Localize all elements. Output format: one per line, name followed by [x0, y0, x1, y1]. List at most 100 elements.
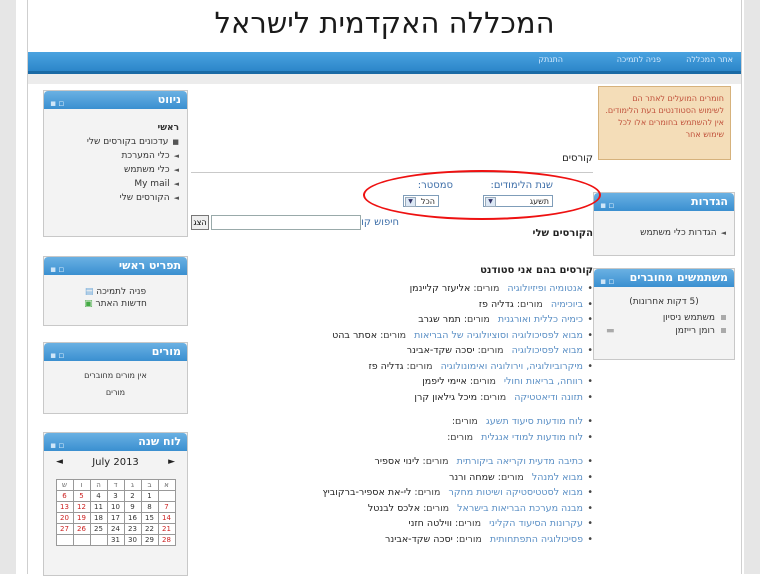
course-link[interactable]: מבוא לפסיכולוגיה וסוציולוגיה של הבריאות [414, 330, 583, 341]
block-grip-icon[interactable]: ▪▫ [50, 437, 66, 455]
calendar-day[interactable]: 11 [89, 501, 108, 513]
arrow-left-icon: ◄ [173, 180, 179, 188]
settings-item[interactable]: ◄הגדרות כלי משתמש [602, 228, 726, 238]
course-link[interactable]: כתיבה מדעית וקריאה ביקורתית [457, 456, 583, 467]
nav-item-system-tools[interactable]: ◄כלי המערכת [52, 151, 179, 161]
calendar-day[interactable]: 13 [55, 501, 74, 513]
course-link[interactable]: מבוא לסטטיסטיקה ושיטות מחקר [448, 487, 583, 498]
calendar-day[interactable]: 22 [140, 523, 159, 535]
nav-item-my-mail[interactable]: ◄My mail [52, 179, 179, 189]
calendar-day[interactable]: 3 [106, 490, 125, 502]
search-show-button[interactable]: הצג [191, 215, 209, 230]
course-link[interactable]: לוח מודעות סיעוד תשעג [486, 416, 583, 427]
nav-college-site-link[interactable]: אתר המכללה [686, 55, 733, 64]
teacher-name: יסכה שקד-אבינר [406, 345, 475, 356]
calendar-day[interactable]: 31 [106, 534, 125, 546]
calendar-day[interactable]: 1 [140, 490, 159, 502]
calendar-day[interactable]: 14 [157, 512, 176, 524]
course-link[interactable]: לוח מודעות למודי אנגלית [481, 432, 583, 443]
course-link[interactable]: רווחה, בריאות וחולי [504, 376, 583, 387]
nav-item-my-courses[interactable]: ◄הקורסים שלי [52, 193, 179, 203]
nav-item-user-tools[interactable]: ◄כלי משתמש [52, 165, 179, 175]
teachers-link[interactable]: מורים [52, 388, 179, 397]
calendar-day[interactable]: 30 [123, 534, 142, 546]
calendar-next-icon[interactable]: ► [168, 457, 175, 467]
calendar-day[interactable]: 29 [140, 534, 159, 546]
calendar-day[interactable]: 19 [72, 512, 91, 524]
course-item: רווחה, בריאות וחולי מורים: איימי ליפמן [191, 376, 593, 392]
calendar-day[interactable]: 28 [157, 534, 176, 546]
online-user-item[interactable]: משתמש ניסיון [602, 313, 726, 323]
menu-item-site-news[interactable]: חדשות האתר ▣ [52, 299, 179, 309]
nav-item-course-updates[interactable]: ■עדכונים בקורסים שלי [52, 137, 179, 147]
calendar-day[interactable]: 15 [140, 512, 159, 524]
teacher-name: איימי ליפמן [422, 376, 467, 387]
block-grip-icon[interactable]: ▪▫ [50, 347, 66, 365]
message-icon[interactable]: ▬ [606, 326, 615, 336]
course-link[interactable]: מבנה מערכת הבריאות בישראל [457, 503, 583, 514]
course-link[interactable]: פסיכולוגיה התפתחותית [490, 534, 583, 545]
online-users-note: (5 דקות אחרונות) [629, 297, 699, 307]
course-link[interactable]: תזונה ודיאטטיקה [514, 392, 583, 403]
calendar-day[interactable]: 12 [72, 501, 91, 513]
nav-support-link[interactable]: פניה לתמיכה [617, 55, 661, 64]
block-grip-icon[interactable]: ▪▫ [50, 261, 66, 279]
calendar-day[interactable] [89, 534, 108, 546]
calendar-day[interactable]: 24 [106, 523, 125, 535]
calendar-day[interactable]: 7 [157, 501, 176, 513]
calendar-day[interactable]: 9 [123, 501, 142, 513]
course-link[interactable]: מיקרוביולוגיה, וירולוגיה ואימונולוגיה [441, 361, 583, 372]
block-grip-icon[interactable]: ▪▫ [600, 273, 616, 291]
nav-main[interactable]: ראשי [52, 123, 179, 133]
calendar-day[interactable]: 18 [89, 512, 108, 524]
calendar-day-header: ו [72, 479, 91, 491]
arrow-left-icon: ◄ [173, 152, 179, 160]
course-item: פסיכולוגיה התפתחותית מורים: יסכה שקד-אבינ… [191, 534, 593, 550]
teacher-label: מורים: [473, 283, 500, 294]
calendar-prev-icon[interactable]: ◄ [56, 457, 63, 467]
search-courses-input[interactable] [211, 215, 361, 230]
settings-block: הגדרות ▪▫ ◄הגדרות כלי משתמש [593, 192, 735, 256]
calendar-day[interactable]: 8 [140, 501, 159, 513]
calendar-day[interactable] [72, 534, 91, 546]
page-edge-left [0, 0, 16, 574]
block-grip-icon[interactable]: ▪▫ [600, 197, 616, 215]
calendar-day[interactable]: 20 [55, 512, 74, 524]
teacher-name: גדליה פז [368, 360, 404, 372]
course-link[interactable]: עקרונות הסיעוד הקליני [489, 518, 583, 529]
calendar-day[interactable]: 16 [123, 512, 142, 524]
teacher-name: שמחה ורנר [449, 471, 495, 483]
calendar-day[interactable] [55, 534, 74, 546]
course-item: אנטומיה ופיזיולוגיה מורים: אליעזר קליינמן [191, 283, 593, 299]
teacher-name: מיכל גילאון קרן [414, 391, 478, 403]
menu-item-support[interactable]: פניה לתמיכה ▤ [52, 287, 179, 297]
course-link[interactable]: כימיה כללית ואורגנית [498, 314, 583, 325]
calendar-day[interactable]: 4 [89, 490, 108, 502]
calendar-day[interactable]: 26 [72, 523, 91, 535]
online-user-item[interactable]: רומן רייזמן ▬ [602, 326, 726, 336]
calendar-day-header: ה [89, 479, 108, 491]
course-link[interactable]: מבוא לפסיכולוגיה [512, 345, 583, 356]
teacher-label: מורים: [455, 533, 482, 545]
course-link[interactable]: אנטומיה ופיזיולוגיה [507, 283, 583, 294]
course-link[interactable]: ביוכימיה [551, 299, 583, 310]
calendar-day[interactable]: 10 [106, 501, 125, 513]
calendar-day[interactable]: 2 [123, 490, 142, 502]
teachers-title: מורים [151, 345, 181, 358]
calendar-day-header: ש [55, 479, 74, 491]
calendar-month-bar: ◄ July 2013 ► [50, 457, 181, 473]
calendar-day[interactable]: 25 [89, 523, 108, 535]
user-avatar-icon [721, 315, 726, 320]
calendar-day[interactable]: 23 [123, 523, 142, 535]
calendar-day[interactable]: 17 [106, 512, 125, 524]
calendar-day[interactable] [157, 490, 176, 502]
calendar-day[interactable]: 5 [72, 490, 91, 502]
block-grip-icon[interactable]: ▪▫ [50, 95, 66, 113]
teacher-name: לי-את אספיר-ברקוביץ [322, 487, 412, 498]
course-link[interactable]: מבוא למנהל [532, 472, 583, 483]
calendar-day[interactable]: 27 [55, 523, 74, 535]
calendar-day[interactable]: 21 [157, 523, 176, 535]
calendar-day[interactable]: 6 [55, 490, 74, 502]
student-courses-heading: קורסים בהם אני סטודנט [480, 265, 593, 276]
nav-logout-link[interactable]: התנתק [538, 55, 563, 64]
